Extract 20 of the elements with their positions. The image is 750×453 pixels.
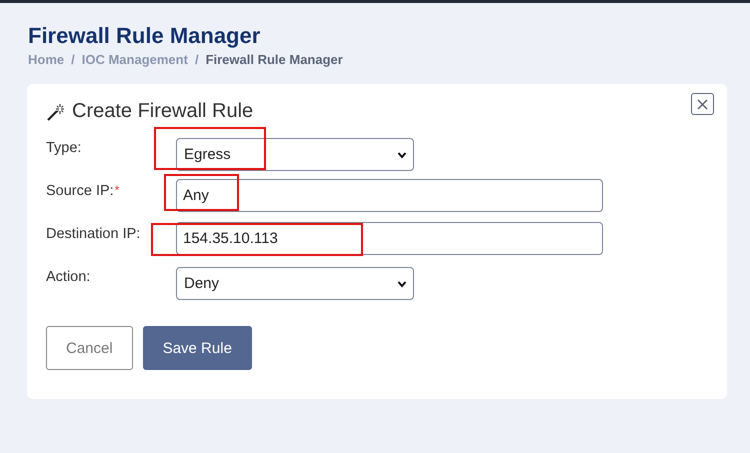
dropdown[interactable]: Deny <box>176 267 414 300</box>
chevron-down-icon <box>397 278 407 288</box>
magic-wand-icon <box>46 102 66 122</box>
chevron-down-icon <box>397 150 407 160</box>
input-field[interactable]: 154.35.10.113 <box>176 222 603 255</box>
field-label: Action: <box>46 269 90 285</box>
page-title: Firewall Rule Manager <box>28 23 262 49</box>
dropdown[interactable]: Egress <box>176 138 414 171</box>
breadcrumb-current: Firewall Rule Manager <box>206 52 343 67</box>
breadcrumb-separator: / <box>71 52 75 67</box>
field-label: Type: <box>46 140 82 156</box>
input-field[interactable]: Any <box>176 179 603 212</box>
dialog-title: Create Firewall Rule <box>72 100 254 123</box>
field-label: Source IP:* <box>46 183 120 199</box>
breadcrumb-separator: / <box>194 52 199 67</box>
save-button[interactable]: Save Rule <box>142 326 252 370</box>
field-label: Destination IP: <box>46 226 140 242</box>
cancel-button[interactable]: Cancel <box>46 326 133 370</box>
close-button[interactable] <box>691 93 714 115</box>
close-icon <box>697 98 708 110</box>
